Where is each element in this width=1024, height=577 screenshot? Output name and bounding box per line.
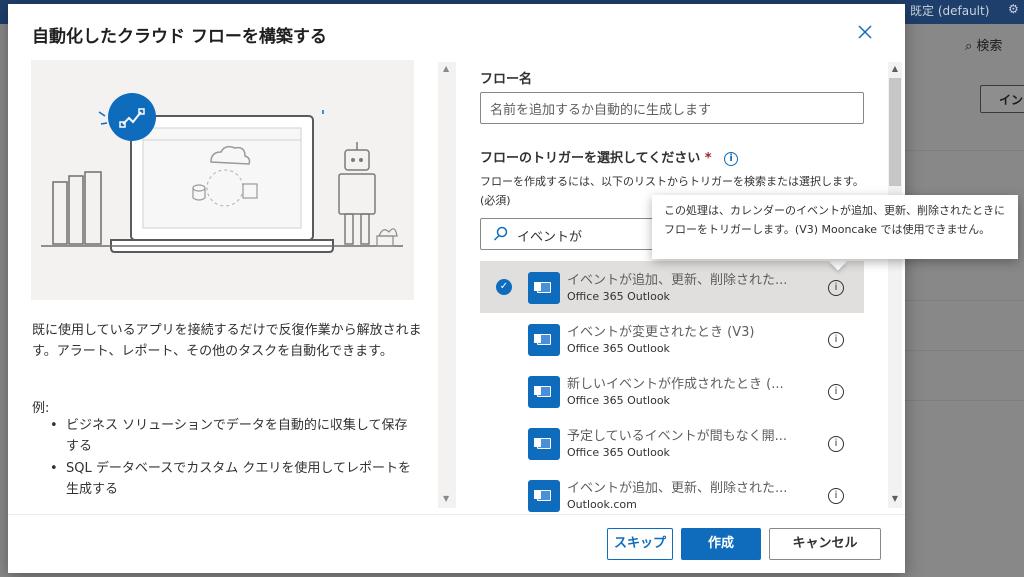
dialog-title: 自動化したクラウド フローを構築する — [32, 27, 327, 47]
trigger-search-value: イベントが — [517, 230, 583, 245]
trigger-name: イベントが変更されたとき (V3) — [567, 325, 755, 340]
checkmark-icon: ✓ — [496, 279, 512, 295]
example-list: ビジネス ソリューションでデータを自動的に収集して保存する SQL データベース… — [48, 415, 418, 501]
footer-divider — [8, 514, 905, 515]
left-scrollbar-thumb[interactable] — [438, 68, 456, 498]
outlook-icon — [528, 376, 560, 408]
trigger-connector: Office 365 Outlook — [567, 394, 670, 407]
trigger-label: フローのトリガーを選択してください * i — [480, 147, 739, 166]
gear-icon: ⚙ — [1008, 2, 1019, 16]
info-icon[interactable]: i — [828, 384, 844, 400]
scroll-down-icon[interactable]: ▼ — [890, 494, 900, 503]
trigger-connector: Outlook.com — [567, 498, 637, 511]
trigger-name: イベントが追加、更新、削除された... — [567, 481, 788, 496]
flow-name-input[interactable]: 名前を追加するか自動的に生成します — [480, 92, 864, 124]
outlook-icon — [528, 272, 560, 304]
scroll-up-icon[interactable]: ▲ — [890, 64, 900, 73]
close-button[interactable] — [855, 24, 875, 44]
scroll-down-icon[interactable]: ▼ — [443, 494, 449, 503]
info-icon[interactable]: i — [828, 332, 844, 348]
search-icon: ⌕ — [965, 39, 973, 54]
trigger-connector: Office 365 Outlook — [567, 290, 670, 303]
trigger-item[interactable]: 予定しているイベントが間もなく開... Office 365 Outlook i — [480, 417, 864, 469]
search-icon — [493, 226, 508, 241]
trigger-connector: Office 365 Outlook — [567, 446, 670, 459]
background-button: イン — [980, 85, 1024, 113]
right-scrollbar[interactable]: ▲ ▼ — [888, 62, 902, 508]
trigger-name: 予定しているイベントが間もなく開... — [567, 429, 788, 444]
example-item: ビジネス ソリューションでデータを自動的に収集して保存する — [48, 415, 418, 457]
example-item: SQL データベースでカスタム クエリを使用してレポートを生成する — [48, 458, 418, 500]
left-scrollbar[interactable]: ▲ ▼ — [438, 62, 456, 508]
trigger-tooltip: この処理は、カレンダーのイベントが追加、更新、削除されたときにフローをトリガーし… — [652, 195, 1018, 259]
outlook-icon — [528, 324, 560, 356]
build-flow-dialog: 自動化したクラウド フローを構築する 既に使用しているアプリを接続するだけで反復… — [8, 4, 905, 573]
create-button[interactable]: 作成 — [681, 528, 761, 560]
background-divider — [905, 350, 1024, 351]
trigger-name: イベントが追加、更新、削除された... — [567, 273, 788, 288]
close-icon — [858, 25, 872, 39]
cancel-button[interactable]: キャンセル — [769, 528, 881, 560]
laptop-illustration — [41, 93, 403, 253]
flow-name-label: フロー名 — [480, 72, 533, 87]
right-scrollbar-thumb[interactable] — [889, 78, 901, 186]
background-divider — [905, 300, 1024, 301]
outlook-icon — [528, 480, 560, 512]
flow-illustration — [31, 60, 414, 300]
skip-button[interactable]: スキップ — [607, 528, 673, 560]
dialog-description: 既に使用しているアプリを接続するだけで反復作業から解放されます。アラート、レポー… — [32, 323, 422, 359]
background-search-label: 検索 — [976, 39, 1003, 54]
info-icon[interactable]: i — [828, 436, 844, 452]
info-icon[interactable]: i — [724, 151, 739, 166]
background-search: ⌕ 検索 — [965, 35, 1002, 54]
info-icon[interactable]: i — [828, 488, 844, 504]
trigger-list: ✓ イベントが追加、更新、削除された... Office 365 Outlook… — [480, 261, 864, 521]
trigger-item[interactable]: 新しいイベントが作成されたとき (... Office 365 Outlook … — [480, 365, 864, 417]
trigger-item[interactable]: ✓ イベントが追加、更新、削除された... Office 365 Outlook… — [480, 261, 864, 313]
outlook-icon — [528, 428, 560, 460]
trigger-label-text: フローのトリガーを選択してください — [480, 151, 701, 166]
example-label: 例: — [32, 401, 50, 416]
environment-label: 既定 (default) — [910, 4, 990, 18]
flow-name-placeholder: 名前を追加するか自動的に生成します — [490, 103, 712, 118]
info-icon[interactable]: i — [828, 280, 844, 296]
trigger-name: 新しいイベントが作成されたとき (... — [567, 377, 784, 392]
scroll-up-icon[interactable]: ▲ — [443, 64, 449, 73]
background-divider — [905, 400, 1024, 401]
trigger-item[interactable]: イベントが変更されたとき (V3) Office 365 Outlook i — [480, 313, 864, 365]
background-divider — [905, 150, 1024, 151]
trigger-connector: Office 365 Outlook — [567, 342, 670, 355]
required-marker: * — [704, 151, 712, 166]
